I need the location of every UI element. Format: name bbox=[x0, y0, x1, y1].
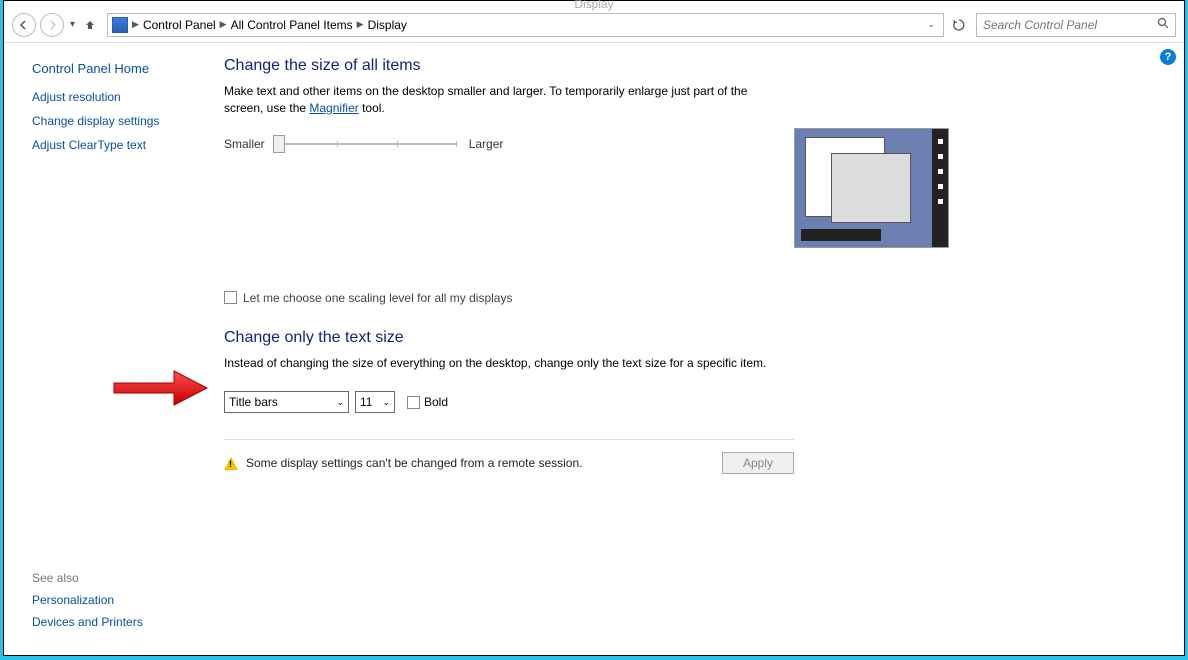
address-bar[interactable]: ▶ Control Panel ▶ All Control Panel Item… bbox=[107, 13, 944, 37]
slider-label-larger: Larger bbox=[469, 137, 504, 151]
bold-label: Bold bbox=[424, 395, 448, 409]
address-dropdown-icon[interactable]: ⌄ bbox=[923, 19, 939, 30]
chevron-right-icon[interactable]: ▶ bbox=[357, 19, 364, 30]
magnifier-link[interactable]: Magnifier bbox=[309, 101, 358, 115]
see-also-section: See also Personalization Devices and Pri… bbox=[32, 571, 143, 637]
search-icon[interactable] bbox=[1157, 17, 1169, 32]
search-box[interactable] bbox=[976, 13, 1176, 37]
bold-checkbox[interactable] bbox=[407, 396, 420, 409]
text-size-controls: Title bars ⌄ 11 ⌄ Bold bbox=[224, 391, 1164, 413]
window-title: Display bbox=[574, 0, 613, 11]
control-panel-window: Display ▾ ▶ Control Panel ▶ All Control … bbox=[3, 0, 1185, 656]
sidebar-adjust-resolution[interactable]: Adjust resolution bbox=[32, 90, 202, 104]
description-2: Instead of changing the size of everythi… bbox=[224, 355, 784, 372]
see-also-devices-printers[interactable]: Devices and Printers bbox=[32, 615, 143, 629]
chevron-right-icon[interactable]: ▶ bbox=[220, 19, 227, 30]
main-content: Change the size of all items Make text a… bbox=[214, 43, 1184, 655]
up-button[interactable] bbox=[81, 16, 99, 34]
slider-label-smaller: Smaller bbox=[224, 137, 265, 151]
heading-text-size: Change only the text size bbox=[224, 329, 1164, 347]
status-row: Some display settings can't be changed f… bbox=[224, 452, 794, 474]
toolbar: ▾ ▶ Control Panel ▶ All Control Panel It… bbox=[4, 7, 1184, 43]
item-dropdown[interactable]: Title bars ⌄ bbox=[224, 391, 349, 413]
see-also-label: See also bbox=[32, 571, 143, 585]
scaling-slider-row: Smaller Larger bbox=[224, 137, 1164, 151]
sidebar-home[interactable]: Control Panel Home bbox=[32, 61, 202, 76]
scaling-checkbox[interactable] bbox=[224, 291, 237, 304]
refresh-button[interactable] bbox=[950, 16, 968, 34]
warning-icon bbox=[224, 457, 238, 470]
see-also-personalization[interactable]: Personalization bbox=[32, 593, 143, 607]
chevron-down-icon: ⌄ bbox=[336, 397, 344, 408]
chevron-right-icon[interactable]: ▶ bbox=[132, 19, 139, 30]
bold-checkbox-row: Bold bbox=[407, 395, 448, 409]
scaling-checkbox-label: Let me choose one scaling level for all … bbox=[243, 291, 512, 305]
display-icon bbox=[112, 17, 128, 33]
font-size-dropdown[interactable]: 11 ⌄ bbox=[355, 391, 395, 413]
breadcrumb-all-items[interactable]: All Control Panel Items bbox=[227, 18, 357, 32]
apply-button[interactable]: Apply bbox=[722, 452, 794, 474]
display-preview-image bbox=[794, 128, 949, 248]
recent-locations-icon[interactable]: ▾ bbox=[70, 19, 75, 30]
status-message: Some display settings can't be changed f… bbox=[246, 456, 582, 470]
back-button[interactable] bbox=[12, 13, 36, 37]
divider bbox=[224, 439, 794, 440]
breadcrumb-display[interactable]: Display bbox=[364, 18, 411, 32]
chevron-down-icon: ⌄ bbox=[382, 397, 390, 408]
scaling-slider[interactable] bbox=[277, 143, 457, 145]
body-area: ? Control Panel Home Adjust resolution C… bbox=[4, 43, 1184, 655]
status-left: Some display settings can't be changed f… bbox=[224, 456, 582, 470]
sidebar-change-display-settings[interactable]: Change display settings bbox=[32, 114, 202, 128]
sidebar: Control Panel Home Adjust resolution Cha… bbox=[4, 43, 214, 655]
slider-thumb[interactable] bbox=[273, 135, 285, 153]
search-input[interactable] bbox=[983, 18, 1157, 32]
scaling-checkbox-row: Let me choose one scaling level for all … bbox=[224, 291, 1164, 305]
breadcrumb-control-panel[interactable]: Control Panel bbox=[139, 18, 220, 32]
sidebar-adjust-cleartype[interactable]: Adjust ClearType text bbox=[32, 138, 202, 152]
description-1: Make text and other items on the desktop… bbox=[224, 83, 784, 117]
forward-button[interactable] bbox=[40, 13, 64, 37]
heading-change-size: Change the size of all items bbox=[224, 57, 1164, 75]
